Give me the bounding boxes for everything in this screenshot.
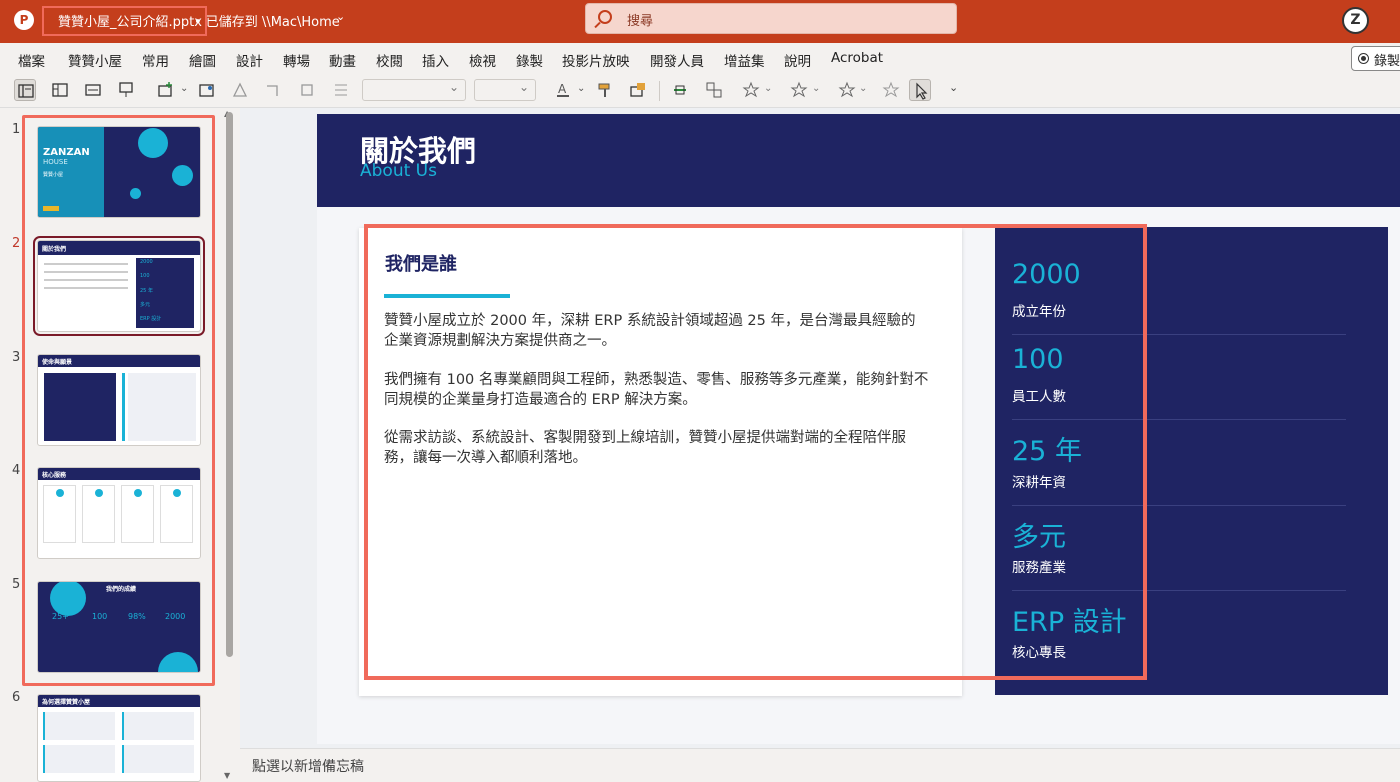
menu-acrobat[interactable]: Acrobat bbox=[831, 50, 883, 66]
chevron-down-icon[interactable]: ⌄ bbox=[180, 83, 188, 94]
thumbnail-scrollbar[interactable] bbox=[226, 112, 233, 657]
font-family-dropdown[interactable] bbox=[362, 79, 466, 101]
thumb-card bbox=[122, 745, 194, 773]
star-icon[interactable] bbox=[880, 79, 902, 101]
toolbar-overflow-icon[interactable]: ⌄ bbox=[949, 81, 958, 94]
picture-icon[interactable] bbox=[196, 79, 218, 101]
quick-toolbar: ⌄ A ⌄ ⌄ ⌄ ⌄ ⌄ bbox=[0, 73, 1400, 108]
record-label: 錄製 bbox=[1374, 54, 1400, 69]
slide-sorter-icon[interactable] bbox=[82, 79, 104, 101]
chevron-down-icon[interactable]: ⌄ bbox=[859, 83, 867, 94]
menu-view[interactable]: 檢視 bbox=[469, 50, 496, 70]
slide-number: 4 bbox=[12, 463, 21, 478]
svg-text:A: A bbox=[558, 82, 567, 96]
menu-slideshow[interactable]: 投影片放映 bbox=[562, 50, 630, 70]
slide-number: 3 bbox=[12, 350, 21, 365]
scroll-down-icon[interactable]: ▼ bbox=[224, 771, 230, 780]
menu-draw[interactable]: 繪圖 bbox=[189, 50, 216, 70]
crop-icon[interactable] bbox=[262, 79, 284, 101]
normal-view-icon[interactable] bbox=[14, 79, 36, 101]
select-pointer-icon[interactable] bbox=[909, 79, 931, 101]
menu-help[interactable]: 說明 bbox=[784, 50, 811, 70]
document-title[interactable]: 贊贊小屋_公司介紹.pptx bbox=[58, 11, 202, 30]
menu-zanzan[interactable]: 贊贊小屋 bbox=[68, 50, 122, 70]
menu-bar: 檔案 贊贊小屋 常用 繪圖 設計 轉場 動畫 校閱 插入 檢視 錄製 投影片放映… bbox=[0, 43, 1400, 73]
menu-file[interactable]: 檔案 bbox=[18, 50, 45, 70]
thumb-card bbox=[43, 712, 115, 740]
slide-thumbnail-6[interactable]: 為何選擇贊贊小屋 bbox=[37, 694, 201, 782]
font-color-icon[interactable]: A bbox=[552, 79, 574, 101]
slide-number: 6 bbox=[12, 690, 21, 705]
menu-addins[interactable]: 增益集 bbox=[724, 50, 765, 70]
slide-number: 2 bbox=[12, 236, 21, 251]
outline-view-icon[interactable] bbox=[49, 79, 71, 101]
menu-review[interactable]: 校閱 bbox=[376, 50, 403, 70]
avatar[interactable]: Z bbox=[1342, 7, 1369, 34]
new-slide-icon[interactable] bbox=[155, 79, 177, 101]
animation-icon[interactable] bbox=[669, 79, 691, 101]
record-button[interactable]: 錄製 bbox=[1351, 46, 1400, 71]
menu-insert[interactable]: 插入 bbox=[422, 50, 449, 70]
line-spacing-icon[interactable] bbox=[330, 79, 352, 101]
thumbnail-highlight bbox=[22, 115, 215, 686]
menu-developer[interactable]: 開發人員 bbox=[650, 50, 704, 70]
thumb-title: 為何選擇贊贊小屋 bbox=[42, 699, 91, 706]
group-icon[interactable] bbox=[703, 79, 725, 101]
notes-placeholder[interactable]: 點選以新增備忘稿 bbox=[252, 756, 364, 776]
search-placeholder: 搜尋 bbox=[627, 14, 654, 29]
slide-header-band bbox=[317, 114, 1400, 207]
search-input[interactable]: 搜尋 bbox=[585, 3, 957, 34]
star-icon[interactable] bbox=[740, 79, 762, 101]
shapes-icon[interactable] bbox=[229, 79, 251, 101]
replace-picture-icon[interactable] bbox=[627, 79, 649, 101]
thumb-card bbox=[122, 712, 194, 740]
chevron-down-icon[interactable]: ⌄ bbox=[577, 83, 585, 94]
record-icon bbox=[1358, 53, 1369, 64]
chevron-down-icon[interactable]: ⌄ bbox=[812, 83, 820, 94]
notes-pane[interactable] bbox=[240, 748, 1400, 782]
title-bar: P 贊贊小屋_公司介紹.pptx • 已儲存到 \\Mac\Home ⌄ 搜尋 … bbox=[0, 0, 1400, 43]
slide-number: 5 bbox=[12, 577, 21, 592]
format-painter-icon[interactable] bbox=[594, 79, 616, 101]
search-icon bbox=[598, 10, 612, 24]
font-size-dropdown[interactable] bbox=[474, 79, 536, 101]
align-icon[interactable] bbox=[296, 79, 318, 101]
star-icon[interactable] bbox=[836, 79, 858, 101]
menu-record[interactable]: 錄製 bbox=[516, 50, 543, 70]
save-status[interactable]: • 已儲存到 \\Mac\Home bbox=[194, 11, 340, 30]
slide-content-highlight bbox=[364, 224, 1147, 680]
powerpoint-icon[interactable]: P bbox=[14, 10, 34, 30]
chevron-down-icon[interactable]: ⌄ bbox=[336, 10, 345, 23]
menu-animations[interactable]: 動畫 bbox=[329, 50, 356, 70]
chevron-down-icon[interactable]: ⌄ bbox=[764, 83, 772, 94]
star-icon[interactable] bbox=[788, 79, 810, 101]
slide-subtitle[interactable]: About Us bbox=[360, 161, 437, 181]
menu-design[interactable]: 設計 bbox=[236, 50, 263, 70]
reading-view-icon[interactable] bbox=[115, 79, 137, 101]
menu-transitions[interactable]: 轉場 bbox=[283, 50, 310, 70]
menu-home[interactable]: 常用 bbox=[142, 50, 169, 70]
toolbar-divider bbox=[659, 81, 660, 101]
slide-number: 1 bbox=[12, 122, 21, 137]
thumb-card bbox=[43, 745, 115, 773]
